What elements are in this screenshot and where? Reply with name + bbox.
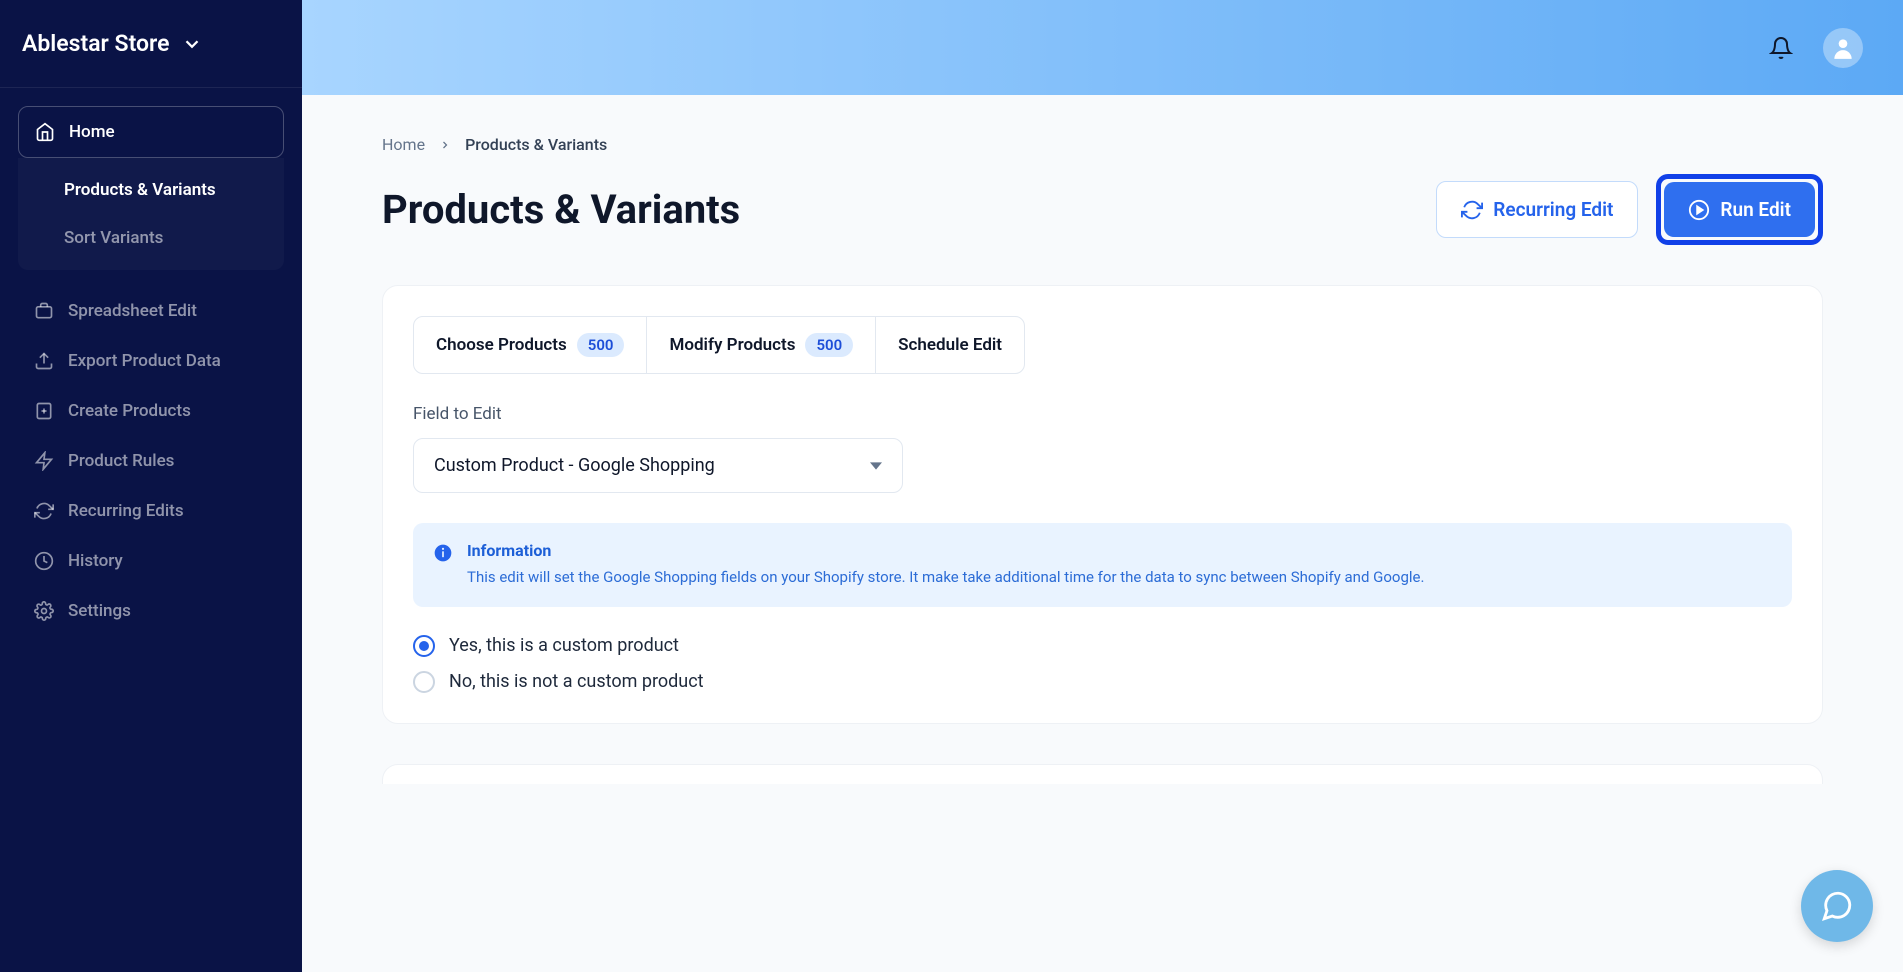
nav-group-rest: Spreadsheet Edit Export Product Data Cre… <box>0 280 302 636</box>
chat-fab[interactable] <box>1801 870 1873 942</box>
tab-schedule-edit[interactable]: Schedule Edit <box>876 317 1024 373</box>
nav-group: Home <box>0 88 302 158</box>
header-actions: Recurring Edit Run Edit <box>1436 174 1823 245</box>
tab-label: Modify Products <box>669 335 795 355</box>
bolt-icon <box>34 451 54 471</box>
button-label: Recurring Edit <box>1493 198 1613 221</box>
plus-file-icon <box>34 401 54 421</box>
info-icon <box>433 543 453 563</box>
nav-recurring[interactable]: Recurring Edits <box>18 486 284 536</box>
select-value: Custom Product - Google Shopping <box>434 455 715 476</box>
nav-label: History <box>68 551 123 571</box>
nav-sort-variants[interactable]: Sort Variants <box>18 214 284 262</box>
page-title: Products & Variants <box>382 186 740 233</box>
nav-label: Settings <box>68 601 131 621</box>
nav-label: Home <box>69 122 115 142</box>
home-icon <box>35 122 55 142</box>
chat-icon <box>1820 889 1854 923</box>
chevron-down-icon <box>181 33 203 55</box>
sidebar: Ablestar Store Home Products & Variants … <box>0 0 302 972</box>
radio-input[interactable] <box>413 635 435 657</box>
breadcrumb-current: Products & Variants <box>465 135 607 154</box>
tab-label: Choose Products <box>436 335 567 355</box>
info-text: This edit will set the Google Shopping f… <box>467 566 1424 589</box>
nav-home[interactable]: Home <box>18 106 284 158</box>
nav-label: Recurring Edits <box>68 501 184 521</box>
edit-card: Choose Products 500 Modify Products 500 … <box>382 285 1823 724</box>
gear-icon <box>34 601 54 621</box>
tabs: Choose Products 500 Modify Products 500 … <box>413 316 1025 374</box>
caret-down-icon <box>870 460 882 472</box>
avatar[interactable] <box>1823 28 1863 68</box>
radio-group: Yes, this is a custom product No, this i… <box>413 635 1792 693</box>
nav-products-variants[interactable]: Products & Variants <box>18 166 284 214</box>
refresh-icon <box>1461 199 1483 221</box>
breadcrumb-home[interactable]: Home <box>382 135 425 154</box>
nav-sub-group: Products & Variants Sort Variants <box>18 158 284 270</box>
nav-label: Export Product Data <box>68 351 221 371</box>
info-title: Information <box>467 541 1424 560</box>
radio-input[interactable] <box>413 671 435 693</box>
upload-icon <box>34 351 54 371</box>
tab-badge: 500 <box>577 333 625 357</box>
radio-label: No, this is not a custom product <box>449 671 704 692</box>
main: Home Products & Variants Products & Vari… <box>302 0 1903 972</box>
nav-label: Create Products <box>68 401 191 421</box>
user-icon <box>1830 35 1856 61</box>
refresh-icon <box>34 501 54 521</box>
breadcrumb: Home Products & Variants <box>382 135 1823 154</box>
nav-history[interactable]: History <box>18 536 284 586</box>
store-selector[interactable]: Ablestar Store <box>0 0 302 88</box>
run-edit-button[interactable]: Run Edit <box>1664 182 1815 237</box>
bell-icon[interactable] <box>1769 36 1793 60</box>
topbar <box>302 0 1903 95</box>
field-select[interactable]: Custom Product - Google Shopping <box>413 438 903 493</box>
tab-modify-products[interactable]: Modify Products 500 <box>647 317 876 373</box>
play-circle-icon <box>1688 199 1710 221</box>
button-label: Run Edit <box>1720 198 1791 221</box>
recurring-edit-button[interactable]: Recurring Edit <box>1436 181 1638 238</box>
field-label: Field to Edit <box>413 404 1792 424</box>
tab-badge: 500 <box>805 333 853 357</box>
nav-spreadsheet[interactable]: Spreadsheet Edit <box>18 286 284 336</box>
clock-icon <box>34 551 54 571</box>
nav-settings[interactable]: Settings <box>18 586 284 636</box>
nav-rules[interactable]: Product Rules <box>18 436 284 486</box>
info-box: Information This edit will set the Googl… <box>413 523 1792 607</box>
nav-create[interactable]: Create Products <box>18 386 284 436</box>
radio-no[interactable]: No, this is not a custom product <box>413 671 1792 693</box>
content: Home Products & Variants Products & Vari… <box>302 95 1903 972</box>
spreadsheet-icon <box>34 301 54 321</box>
info-content: Information This edit will set the Googl… <box>467 541 1424 589</box>
radio-label: Yes, this is a custom product <box>449 635 679 656</box>
chevron-right-icon <box>439 139 451 151</box>
run-edit-highlight: Run Edit <box>1656 174 1823 245</box>
nav-label: Spreadsheet Edit <box>68 301 197 321</box>
nav-export[interactable]: Export Product Data <box>18 336 284 386</box>
tab-choose-products[interactable]: Choose Products 500 <box>414 317 647 373</box>
next-card-peek <box>382 764 1823 784</box>
store-name: Ablestar Store <box>22 30 169 57</box>
tab-label: Schedule Edit <box>898 335 1002 355</box>
page-header: Products & Variants Recurring Edit Run E… <box>382 174 1823 245</box>
radio-yes[interactable]: Yes, this is a custom product <box>413 635 1792 657</box>
nav-label: Product Rules <box>68 451 174 471</box>
